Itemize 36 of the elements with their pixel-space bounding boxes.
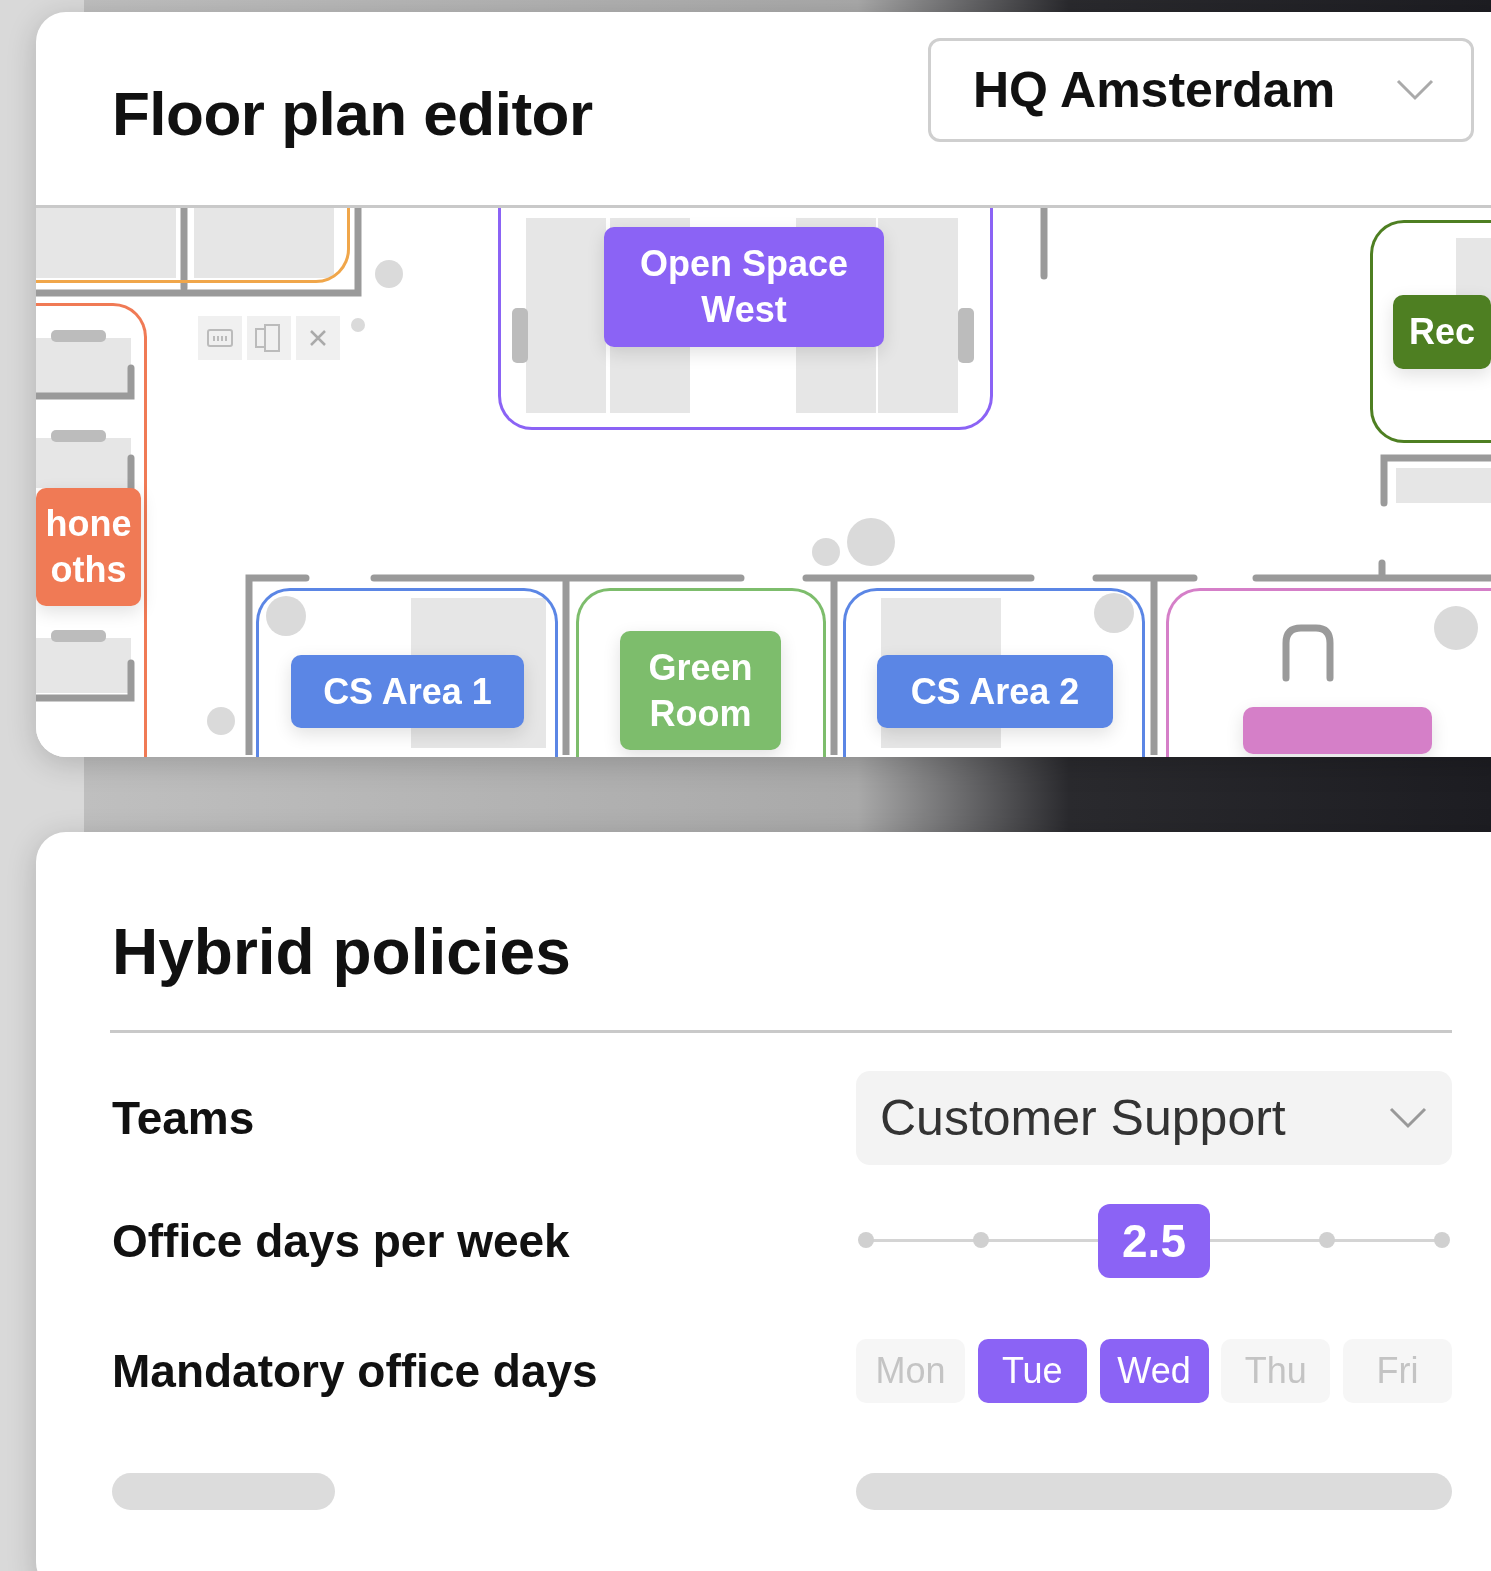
slider-thumb[interactable]: 2.5 — [1098, 1204, 1210, 1278]
zone-label[interactable]: Rec — [1393, 295, 1491, 369]
close-button[interactable] — [296, 316, 340, 360]
zone-outline[interactable]: hone oths — [36, 303, 147, 757]
team-dropdown[interactable]: Customer Support — [856, 1071, 1452, 1165]
chevron-down-icon — [1388, 1106, 1428, 1130]
zone-label[interactable]: CS Area 2 — [877, 655, 1113, 728]
mandatory-days-label: Mandatory office days — [112, 1344, 598, 1398]
zone-label[interactable]: hone oths — [36, 488, 141, 606]
zone-outline[interactable]: CS Area 1 — [256, 588, 558, 757]
office-days-slider[interactable]: 2.5 — [856, 1203, 1452, 1279]
zone-outline[interactable]: Open Space West — [498, 208, 993, 430]
zone-label[interactable]: CS Area 1 — [291, 655, 524, 728]
keyboard-button[interactable] — [198, 316, 242, 360]
zone-outline[interactable]: Rec — [1370, 220, 1491, 443]
chevron-down-icon — [1395, 77, 1435, 102]
office-days-label: Office days per week — [112, 1214, 570, 1268]
zone-label[interactable]: Green Room — [620, 631, 781, 750]
close-icon — [309, 329, 327, 347]
zone-outline[interactable] — [1166, 588, 1491, 757]
zone-outline[interactable]: CS Area 2 — [843, 588, 1145, 757]
card-title: Hybrid policies — [112, 915, 571, 990]
slider-stop — [1318, 1232, 1335, 1248]
zone-outline[interactable]: Green Room — [576, 588, 826, 757]
slider-stop — [973, 1232, 990, 1248]
location-dropdown[interactable]: HQ Amsterdam — [928, 37, 1474, 142]
duplicate-button[interactable] — [247, 316, 291, 360]
day-toggle[interactable]: Tue — [977, 1339, 1087, 1403]
zone-label[interactable]: Open Space West — [604, 227, 884, 347]
teams-label: Teams — [112, 1091, 255, 1145]
card-title: Floor plan editor — [112, 78, 593, 149]
zone-outline[interactable] — [36, 208, 350, 283]
slider-stop — [1434, 1232, 1450, 1248]
day-toggle[interactable]: Wed — [1099, 1339, 1209, 1403]
keyboard-icon — [207, 329, 233, 347]
slider-stop — [858, 1232, 874, 1248]
